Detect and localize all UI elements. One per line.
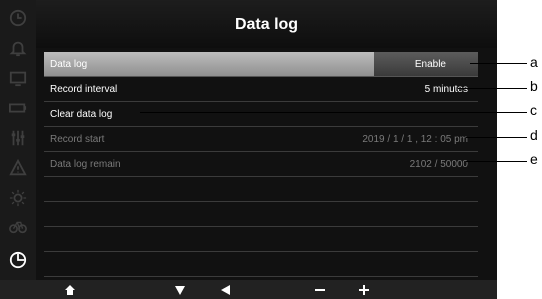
callout-letter-d: d	[530, 127, 538, 143]
empty-row	[44, 202, 478, 227]
bell-icon[interactable]	[8, 38, 28, 58]
record-interval-label: Record interval	[50, 84, 118, 95]
record-interval-value: 5 minutes	[424, 84, 468, 95]
empty-row	[44, 252, 478, 277]
data-log-label: Data log	[50, 59, 88, 70]
sidebar	[0, 0, 36, 280]
settings-list: Data log Enable Record interval 5 minute…	[44, 52, 478, 277]
clock-icon[interactable]	[8, 8, 28, 28]
down-arrow-icon[interactable]	[172, 282, 188, 297]
battery-icon[interactable]	[8, 98, 28, 118]
clear-data-log-label: Clear data log	[50, 109, 113, 120]
left-arrow-icon[interactable]	[218, 282, 234, 297]
sliders-icon[interactable]	[8, 128, 28, 148]
callout-letter-a: a	[530, 54, 538, 70]
record-interval-row[interactable]: Record interval 5 minutes	[44, 77, 478, 102]
record-start-row: Record start 2019 / 1 / 1 , 12 : 05 pm	[44, 127, 478, 152]
home-icon[interactable]	[62, 282, 78, 297]
data-log-value: Enable	[414, 59, 446, 70]
callout-line	[466, 161, 527, 162]
screen-icon[interactable]	[8, 68, 28, 88]
callout-letter-c: c	[530, 102, 537, 118]
data-log-remain-row: Data log remain 2102 / 50000	[44, 152, 478, 177]
record-start-label: Record start	[50, 134, 105, 145]
warning-icon[interactable]	[8, 158, 28, 178]
bike-icon[interactable]	[8, 216, 28, 236]
callout-line	[466, 137, 527, 138]
data-log-remain-value: 2102 / 50000	[409, 159, 468, 170]
empty-row	[44, 227, 478, 252]
clear-data-log-row[interactable]: Clear data log	[44, 102, 478, 127]
title-bar: Data log	[36, 0, 497, 48]
data-log-remain-label: Data log remain	[50, 159, 121, 170]
pie-clock-icon[interactable]	[8, 250, 28, 270]
empty-row	[44, 177, 478, 202]
record-start-value: 2019 / 1 / 1 , 12 : 05 pm	[362, 134, 468, 145]
minus-icon[interactable]	[312, 282, 328, 297]
plus-icon[interactable]	[356, 282, 372, 297]
callout-line	[140, 112, 527, 113]
callout-line	[458, 88, 527, 89]
bottom-nav	[0, 280, 497, 299]
callout-letter-e: e	[530, 151, 538, 167]
page-title: Data log	[234, 16, 299, 33]
callout-line	[470, 63, 527, 64]
callout-letter-b: b	[530, 78, 538, 94]
sun-icon[interactable]	[8, 188, 28, 208]
device-screen: Data log Data log Enable Record interval…	[0, 0, 497, 299]
data-log-row[interactable]: Data log Enable	[44, 52, 478, 77]
